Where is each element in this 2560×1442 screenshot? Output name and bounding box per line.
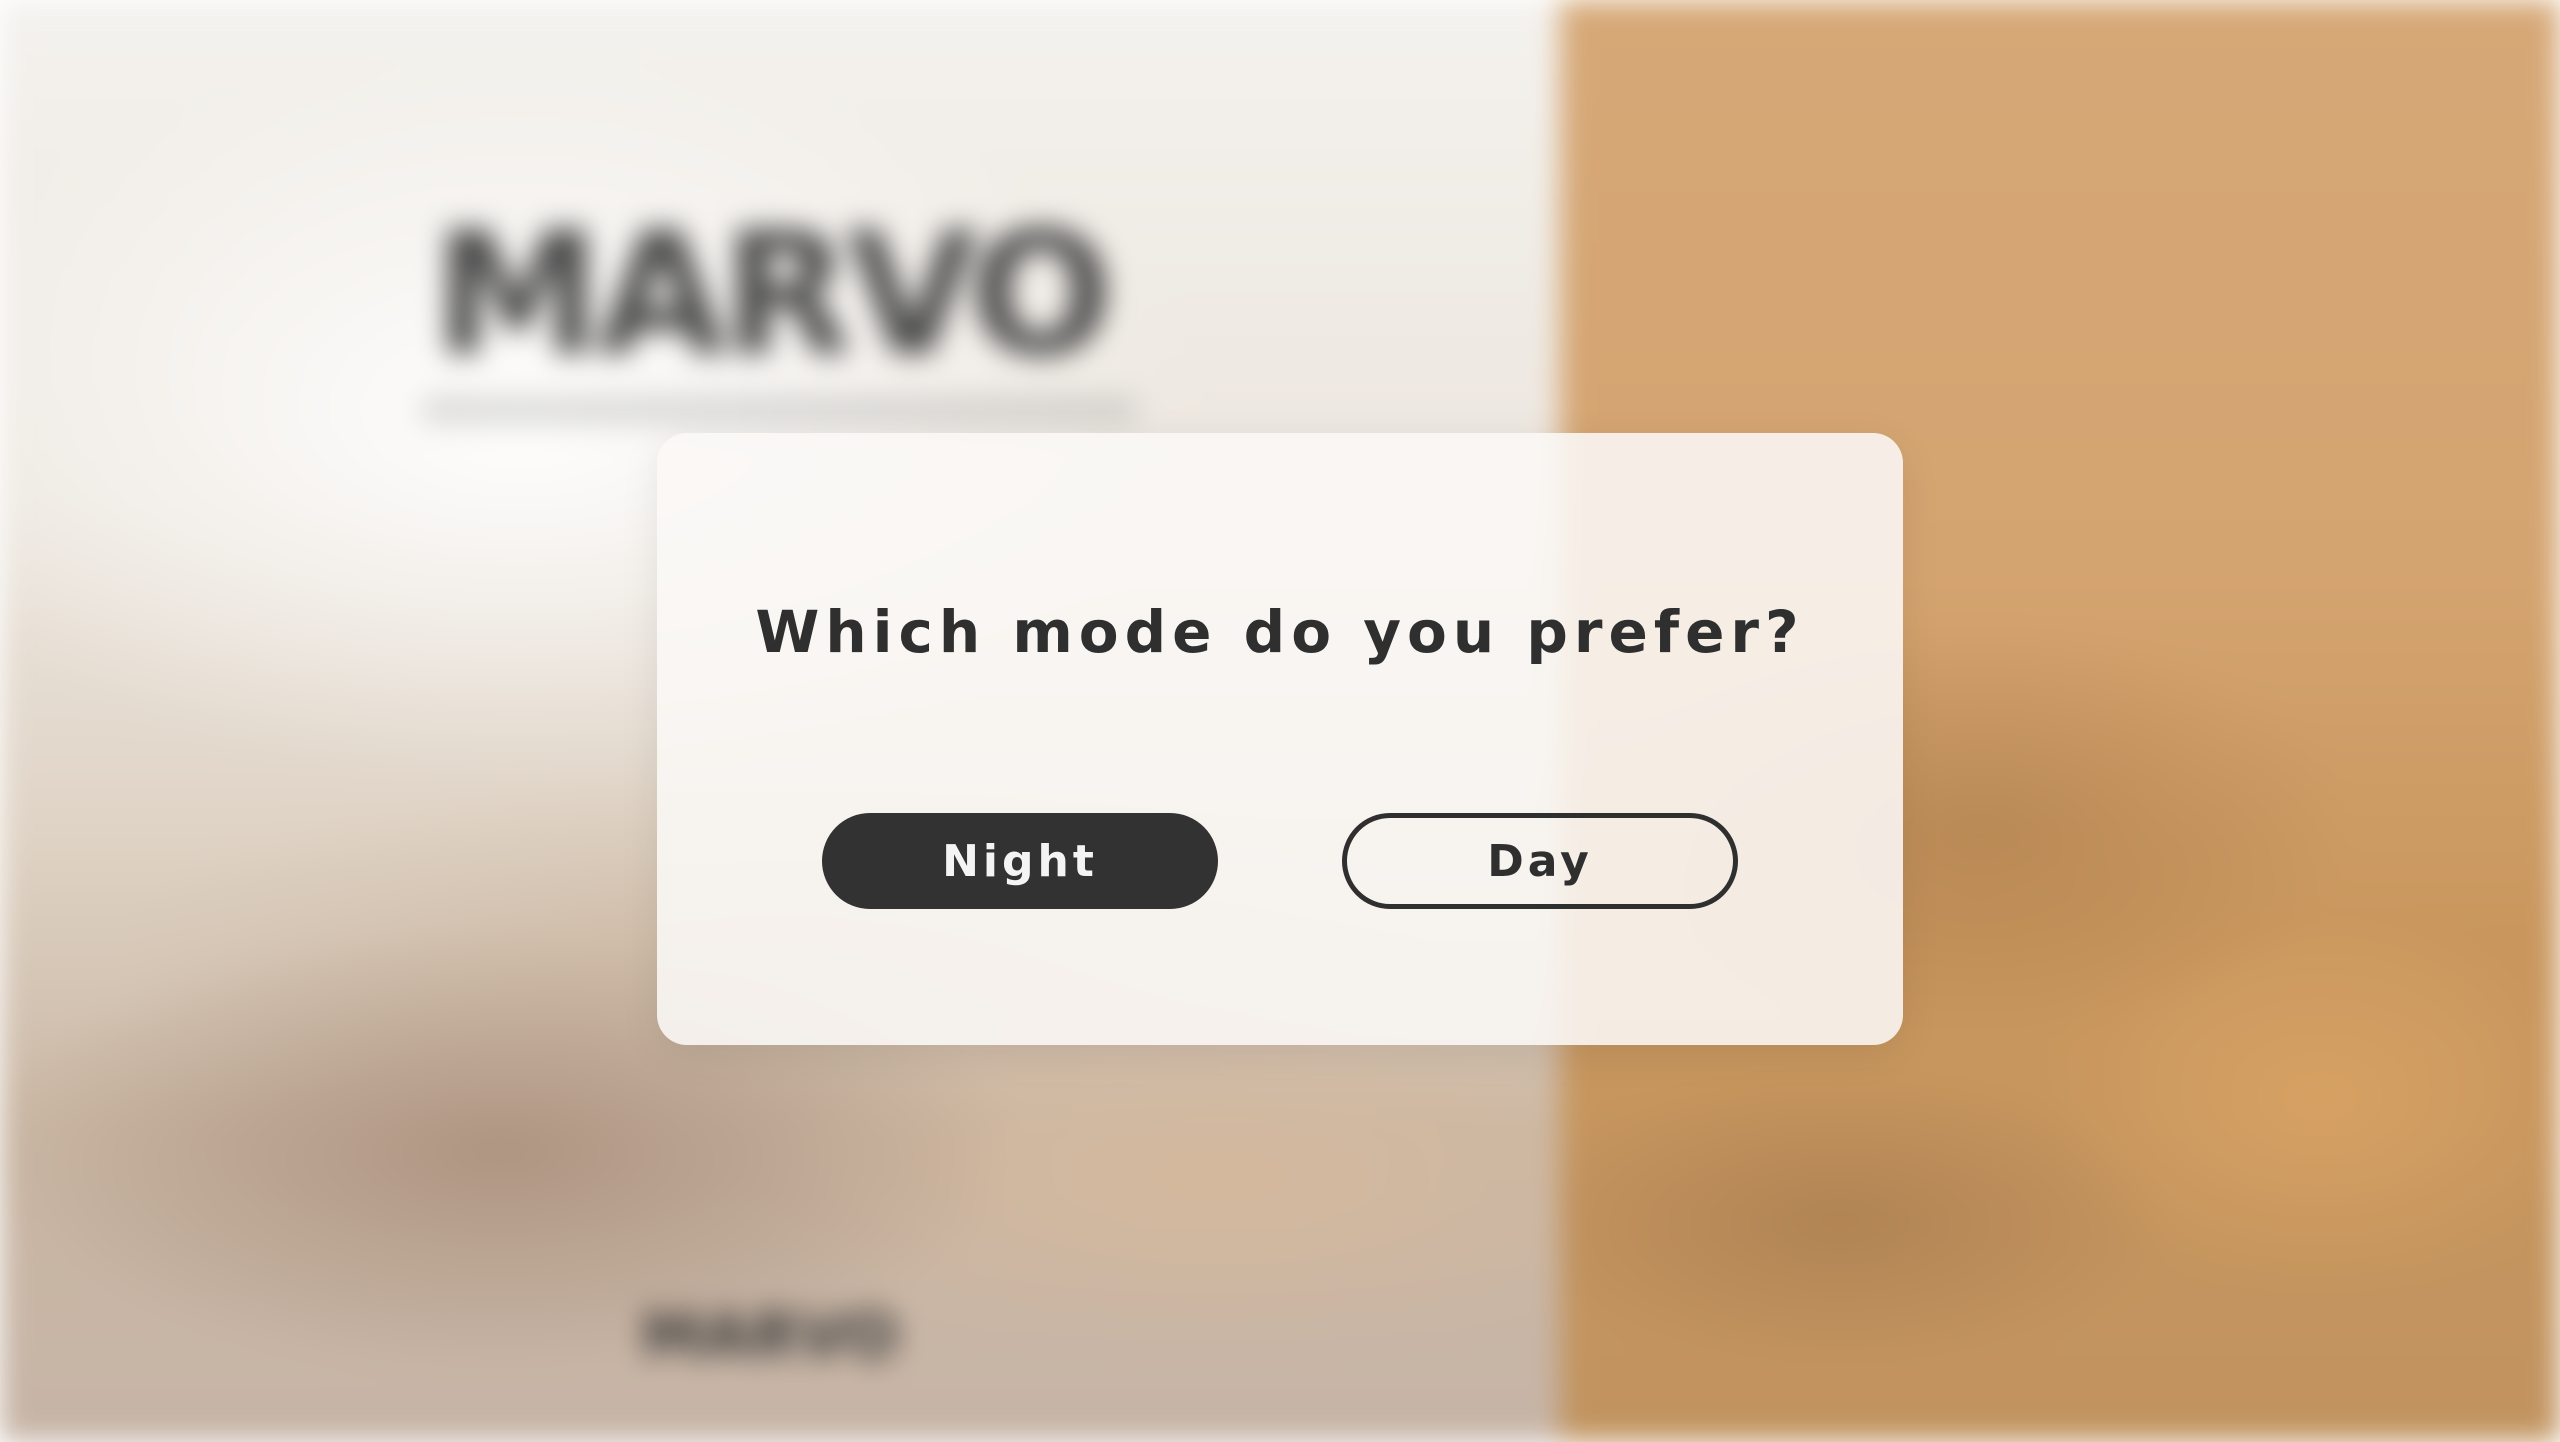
day-mode-button[interactable]: Day [1342,813,1738,909]
background-logo: MARVO [432,196,1114,394]
mode-preference-dialog: Which mode do you prefer? Night Day [657,433,1903,1045]
night-mode-button[interactable]: Night [822,813,1218,909]
background-footer-text: MARVO [641,1299,899,1372]
dialog-title: Which mode do you prefer? [755,598,1805,666]
background-tagline [420,395,1140,425]
page: MARVO MARVO Which mode do you prefer? Ni… [0,0,2560,1442]
